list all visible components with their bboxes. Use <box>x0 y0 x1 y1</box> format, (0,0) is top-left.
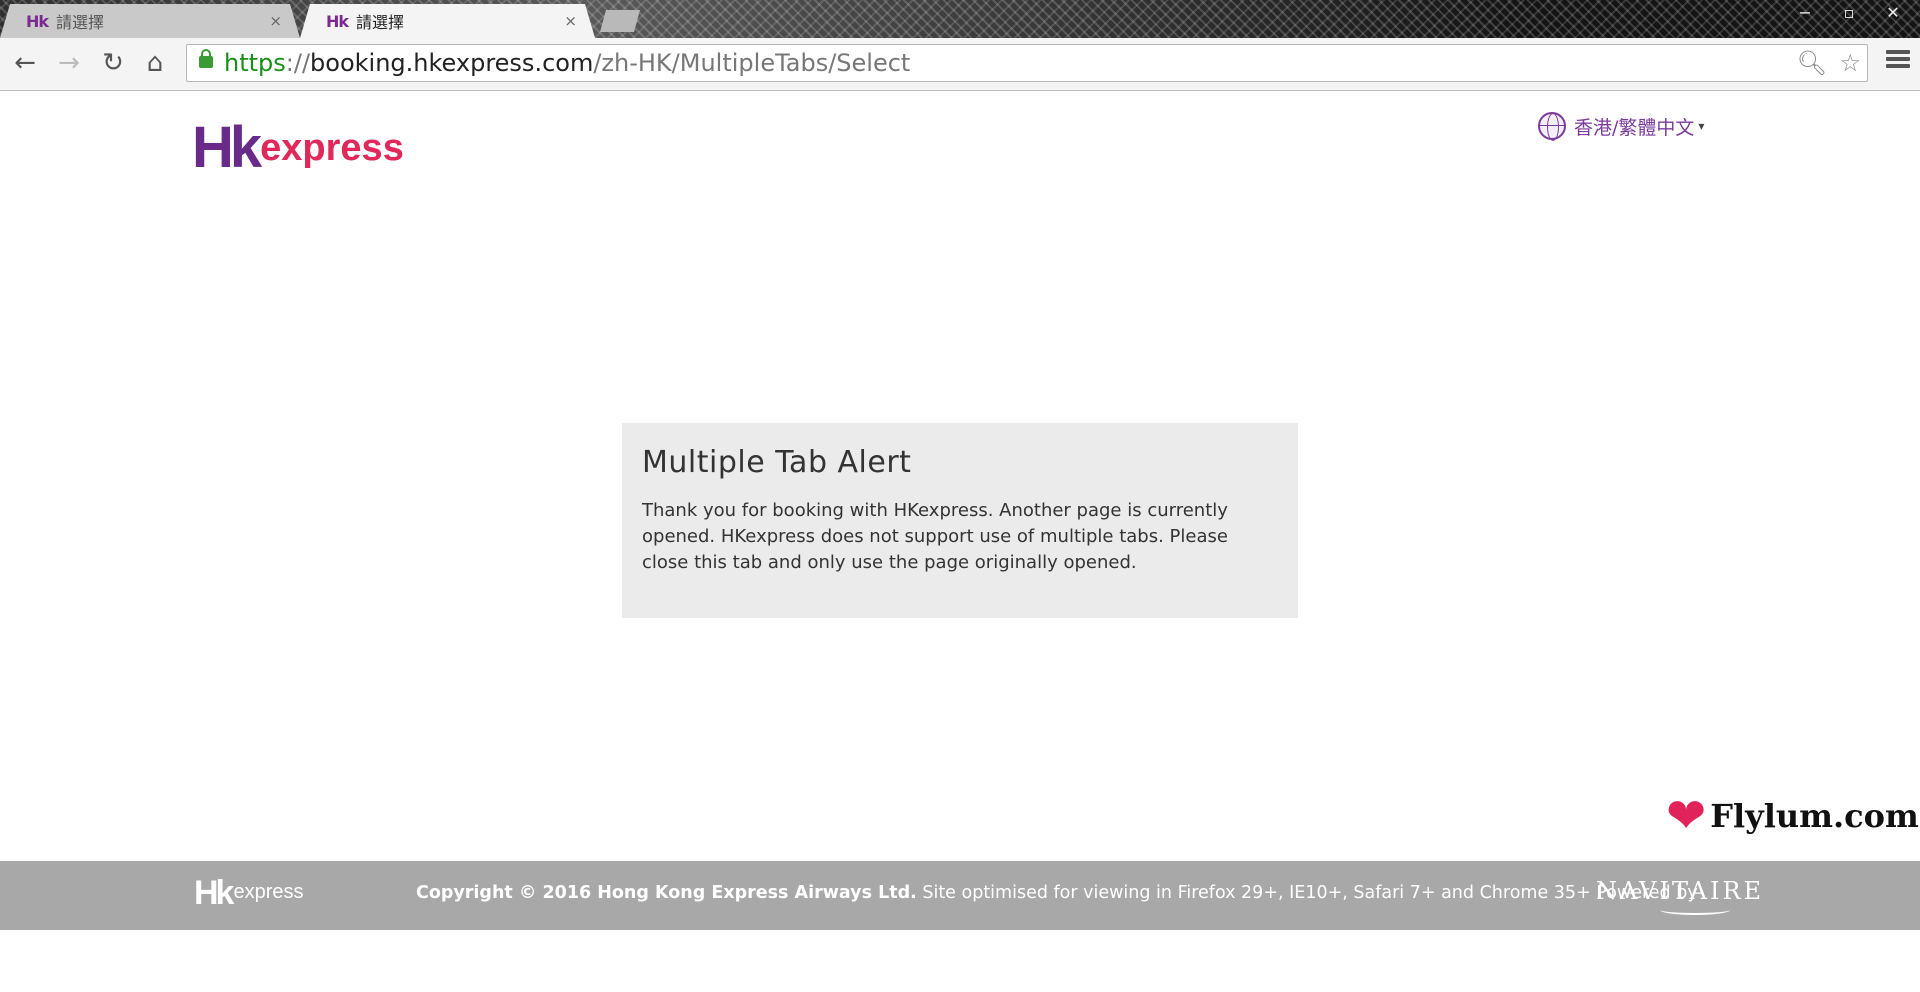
tab-title: 請選擇 <box>356 13 405 32</box>
browser-menu-icon[interactable] <box>1886 50 1910 70</box>
caret-down-icon: ▾ <box>1698 119 1705 133</box>
heart-icon: ❤ <box>1666 788 1707 844</box>
globe-icon <box>1538 112 1566 141</box>
forward-arrow-icon[interactable]: → <box>54 48 84 78</box>
tab-close-icon[interactable]: × <box>564 12 577 30</box>
new-tab-button[interactable] <box>600 10 640 32</box>
minimize-icon[interactable]: − <box>1788 2 1822 24</box>
hk-favicon-icon: Hk <box>326 11 349 31</box>
star-bookmark-icon[interactable]: ☆ <box>1839 49 1861 77</box>
browser-support-text: Site optimised for viewing in Firefox 29… <box>916 883 1698 903</box>
close-window-icon[interactable]: ✕ <box>1876 2 1910 24</box>
browser-tab-2[interactable]: Hk 請選擇 × <box>300 4 595 38</box>
tab-title: 請選擇 <box>56 13 105 32</box>
language-label: 香港/繁體中文 <box>1574 116 1695 139</box>
multiple-tab-alert: Multiple Tab Alert Thank you for booking… <box>622 423 1298 618</box>
reload-icon[interactable]: ↻ <box>98 48 128 78</box>
address-bar[interactable]: https://booking.hkexpress.com/zh-HK/Mult… <box>186 44 1868 82</box>
navitaire-swoosh <box>1660 905 1730 915</box>
hk-favicon-icon: Hk <box>26 11 49 31</box>
footer-logo: Hk express <box>194 874 304 912</box>
flylum-watermark: ❤ Flylum.com <box>1666 792 1919 840</box>
alert-title: Multiple Tab Alert <box>642 445 912 480</box>
footer-text: Copyright © 2016 Hong Kong Express Airwa… <box>416 883 1698 903</box>
watermark-text: Flylum.com <box>1710 797 1919 835</box>
url-text[interactable]: https://booking.hkexpress.com/zh-HK/Mult… <box>224 49 910 77</box>
back-arrow-icon[interactable]: ← <box>10 48 40 78</box>
navitaire-logo: NAVITAIRE <box>1596 877 1765 905</box>
lock-icon <box>199 49 213 68</box>
language-selector[interactable]: 香港/繁體中文 ▾ <box>1538 112 1705 141</box>
browser-toolbar: ← → ↻ ⌂ https://booking.hkexpress.com/zh… <box>0 38 1920 91</box>
home-icon[interactable]: ⌂ <box>140 48 170 78</box>
page-footer: Hk express Copyright © 2016 Hong Kong Ex… <box>0 861 1920 930</box>
window-controls: − ▫ ✕ <box>1788 2 1910 24</box>
browser-tab-1[interactable]: Hk 請選擇 × <box>0 4 300 38</box>
zoom-icon[interactable]: 🔍︎ <box>1797 49 1827 77</box>
copyright-text: Copyright © 2016 Hong Kong Express Airwa… <box>416 883 917 903</box>
tab-close-icon[interactable]: × <box>269 12 282 30</box>
browser-titlebar: Hk 請選擇 × Hk 請選擇 × − ▫ ✕ <box>0 0 1920 38</box>
alert-message: Thank you for booking with HKexpress. An… <box>642 500 1228 573</box>
hkexpress-logo[interactable]: Hk express <box>192 119 404 177</box>
restore-icon[interactable]: ▫ <box>1832 2 1866 24</box>
